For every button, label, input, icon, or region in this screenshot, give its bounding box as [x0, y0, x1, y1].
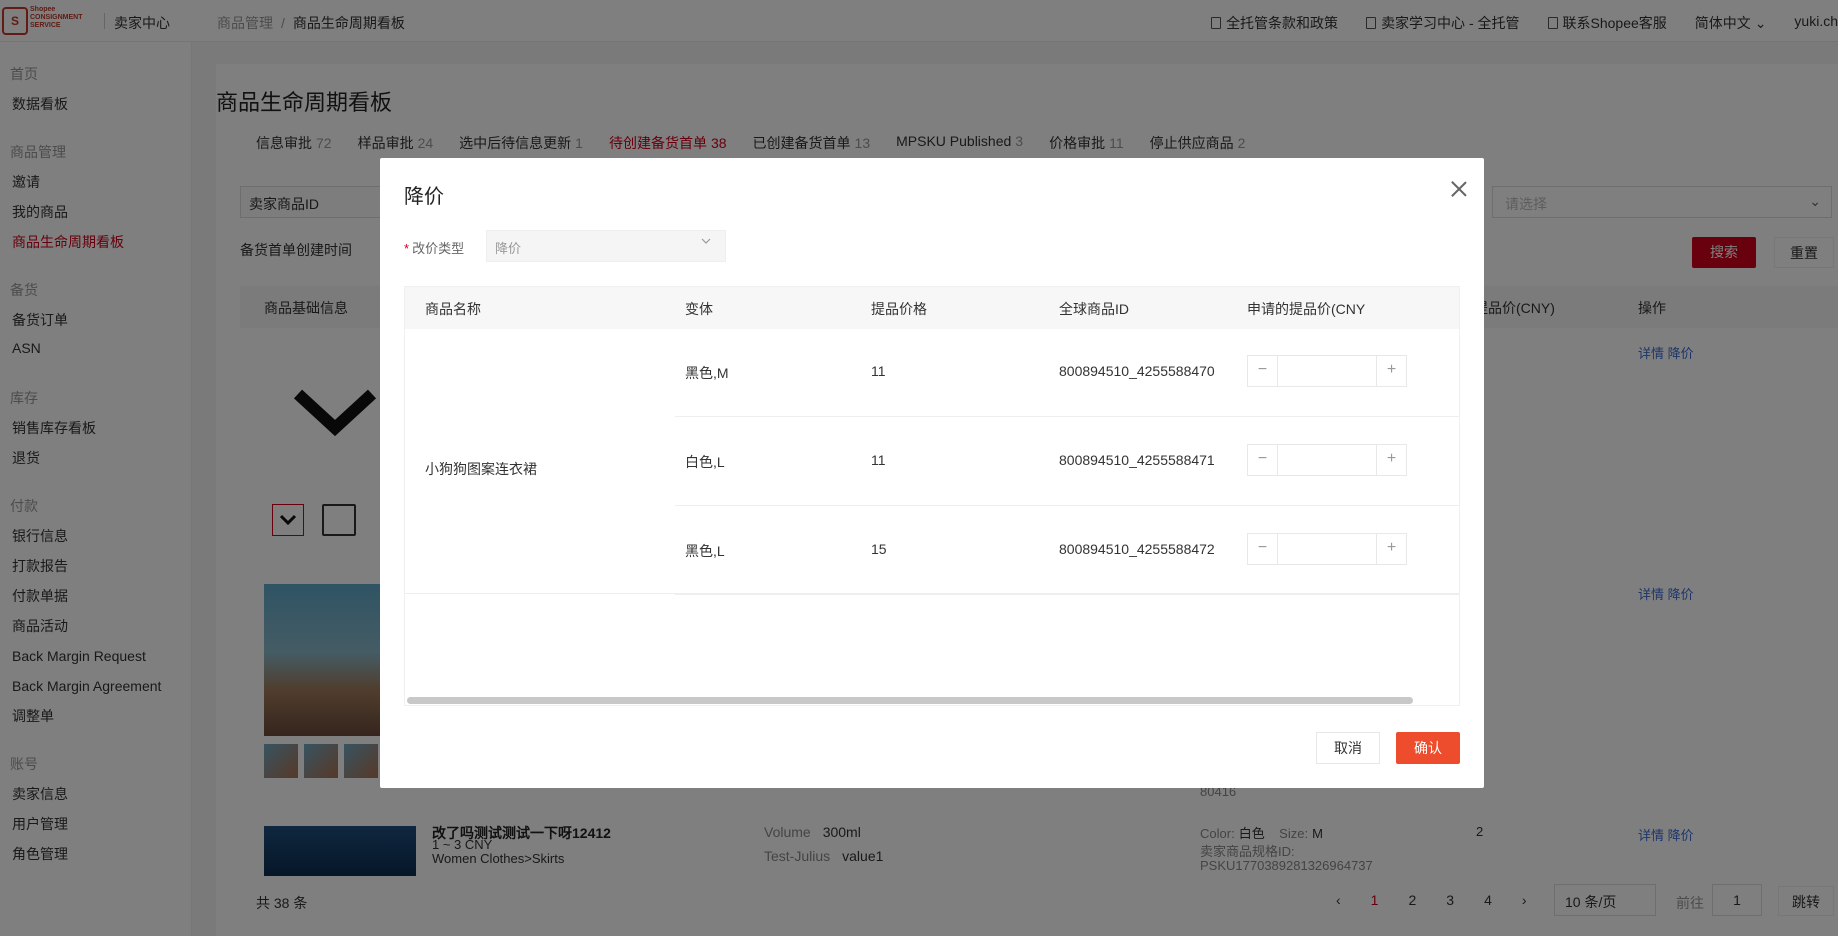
price-stepper: − + — [1247, 444, 1407, 476]
variant-cell: 白色,L — [685, 454, 725, 470]
column-header-requested-price: 申请的提品价(CNY — [1247, 301, 1366, 317]
variant-cell: 黑色,L — [685, 543, 725, 559]
divider — [405, 593, 1459, 594]
table-header: 商品名称 变体 提品价格 全球商品ID 申请的提品价(CNY — [405, 287, 1459, 329]
horizontal-scrollbar[interactable] — [407, 697, 1413, 704]
table-row: 黑色,L 15 800894510_4255588472 − + — [675, 507, 1459, 595]
column-header-name: 商品名称 — [425, 301, 481, 317]
table-row: 黑色,M 11 800894510_4255588470 − + — [675, 329, 1459, 417]
cancel-button[interactable]: 取消 — [1316, 732, 1380, 764]
confirm-button[interactable]: 确认 — [1396, 732, 1460, 764]
price-change-type-label: * 改价类型 — [404, 241, 465, 256]
global-id-cell: 800894510_4255588470 — [1059, 363, 1215, 379]
price-cell: 15 — [871, 541, 887, 557]
column-header-global-id: 全球商品ID — [1059, 301, 1129, 317]
minus-icon[interactable]: − — [1248, 356, 1278, 386]
plus-icon[interactable]: + — [1376, 356, 1406, 386]
product-name: 小狗狗图案连衣裙 — [425, 461, 537, 477]
plus-icon[interactable]: + — [1376, 445, 1406, 475]
minus-icon[interactable]: − — [1248, 534, 1278, 564]
chevron-down-icon — [701, 238, 711, 244]
global-id-cell: 800894510_4255588471 — [1059, 452, 1215, 468]
plus-icon[interactable]: + — [1376, 534, 1406, 564]
reduce-price-modal: 降价 * 改价类型 降价 商品名称 变体 提品价格 全球商品ID 申请的提品价(C… — [380, 158, 1484, 788]
close-icon[interactable] — [1444, 174, 1474, 204]
price-stepper: − + — [1247, 533, 1407, 565]
modal-title: 降价 — [404, 186, 444, 208]
table-row: 白色,L 11 800894510_4255588471 − + — [675, 418, 1459, 506]
price-cell: 11 — [871, 452, 886, 468]
variant-cell: 黑色,M — [685, 365, 729, 381]
price-change-type-select[interactable]: 降价 — [486, 230, 726, 262]
global-id-cell: 800894510_4255588472 — [1059, 541, 1215, 557]
price-cell: 11 — [871, 363, 886, 379]
column-header-variant: 变体 — [685, 301, 713, 317]
column-header-price: 提品价格 — [871, 301, 927, 317]
variant-price-table: 商品名称 变体 提品价格 全球商品ID 申请的提品价(CNY 小狗狗图案连衣裙 … — [404, 286, 1460, 706]
price-stepper: − + — [1247, 355, 1407, 387]
minus-icon[interactable]: − — [1248, 445, 1278, 475]
